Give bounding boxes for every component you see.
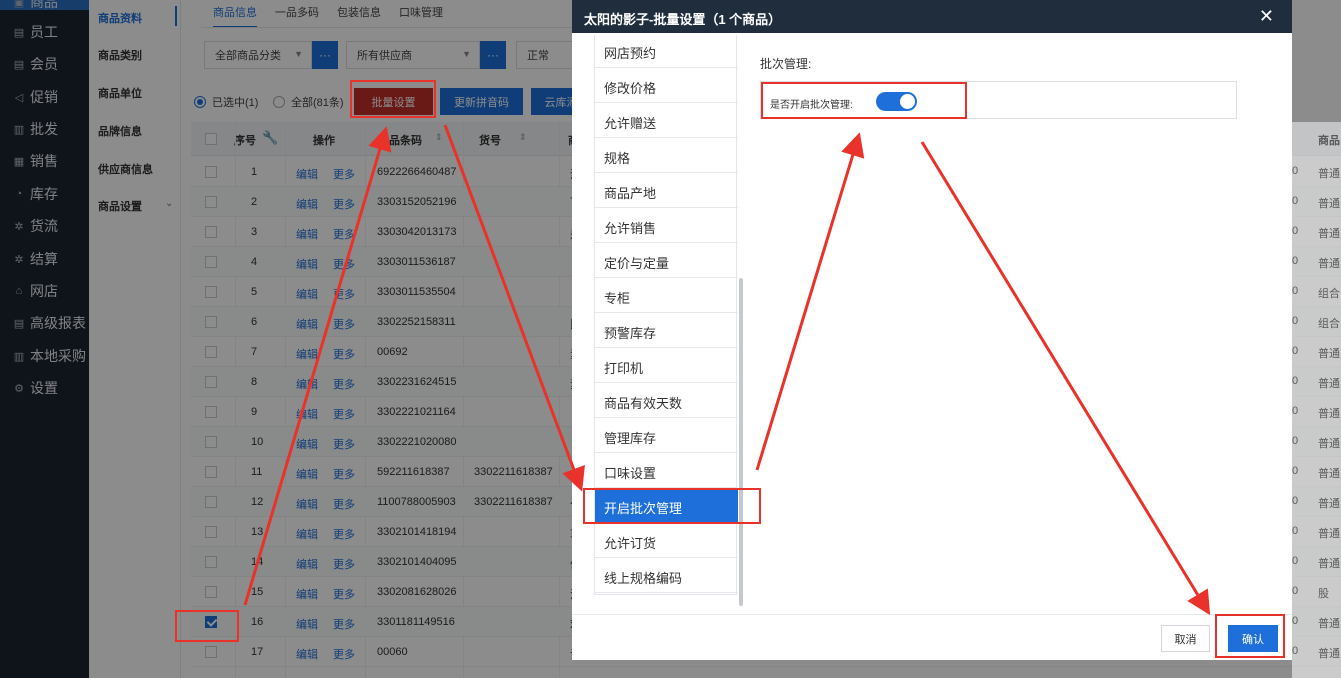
right-col-zero: 0 [1292,315,1299,327]
right-col-zero: 0 [1292,285,1299,297]
right-col-zero: 0 [1292,405,1299,417]
section-title: 批次管理: [760,57,812,71]
settings-menu-item[interactable]: 预警库存 [595,313,738,348]
row-type: 普通 [1318,228,1340,240]
annotation-box-toggle [761,82,967,119]
settings-menu-item[interactable]: 规格 [595,138,738,173]
right-col-zero: 0 [1292,585,1299,597]
row-type: 普通 [1318,498,1340,510]
settings-menu-item[interactable]: 线上规格编码 [595,558,738,593]
right-col-zero: 0 [1292,195,1299,207]
cancel-button[interactable]: 取消 [1161,625,1210,652]
settings-menu-item[interactable]: 口味设置 [595,453,738,488]
row-type: 普通 [1318,648,1340,660]
row-type: 组合 [1318,288,1340,300]
settings-menu-item[interactable]: 专柜 [595,278,738,313]
row-type: 普通 [1318,438,1340,450]
right-col-zero: 0 [1292,375,1299,387]
right-col-zero: 0 [1292,345,1299,357]
settings-menu-item[interactable]: 允许销售 [595,208,738,243]
row-type: 普通 [1318,198,1340,210]
right-col-zero: 0 [1292,435,1299,447]
menu-scrollbar[interactable] [739,278,743,606]
right-col-zero: 0 [1292,645,1299,657]
settings-menu-item[interactable]: 允许赠送 [595,103,738,138]
header-type: 商品 [1292,122,1341,156]
row-type: 普通 [1318,258,1340,270]
right-col-zero: 0 [1292,165,1299,177]
annotation-box-checkbox [175,610,239,642]
settings-menu-item[interactable]: 网店预约 [595,33,738,68]
row-type: 普通 [1318,618,1340,630]
dialog-footer-divider [572,614,1292,615]
settings-menu-item[interactable]: 修改价格 [595,68,738,103]
table-right-columns: 商品 0 普通 0 普通 0 普通 0 普通 0 组合 0 组合 0 普通 0 普通 0 普通 0 普通 0 普通 0 普通 0… [1292,122,1341,678]
settings-menu-item[interactable]: 商品产地 [595,173,738,208]
row-type: 组合 [1318,318,1340,330]
row-type: 普通 [1318,468,1340,480]
settings-menu-item[interactable]: 允许订货 [595,523,738,558]
settings-menu-item[interactable]: 打印机 [595,348,738,383]
annotation-box-confirm [1215,614,1285,658]
row-type: 普通 [1318,378,1340,390]
settings-menu-item[interactable]: 定价与定量 [595,243,738,278]
right-col-zero: 0 [1292,495,1299,507]
row-type: 普通 [1318,558,1340,570]
row-type: 股 [1318,588,1329,600]
right-col-zero: 0 [1292,525,1299,537]
settings-menu-item[interactable]: 管理库存 [595,418,738,453]
annotation-box-menu [583,488,761,524]
row-type: 普通 [1318,408,1340,420]
right-col-zero: 0 [1292,225,1299,237]
settings-menu-item[interactable]: 商品有效天数 [595,383,738,418]
close-icon[interactable]: ✕ [1259,6,1274,27]
row-type: 普通 [1318,348,1340,360]
right-col-zero: 0 [1292,255,1299,267]
annotation-box-batch [350,80,436,118]
dialog-title: 太阳的影子-批量设置（1 个商品） [584,12,782,27]
right-col-zero: 0 [1292,465,1299,477]
row-type: 普通 [1318,528,1340,540]
row-type: 普通 [1318,168,1340,180]
right-col-zero: 0 [1292,615,1299,627]
dialog-header: 太阳的影子-批量设置（1 个商品） ✕ [572,0,1292,33]
right-col-zero: 0 [1292,555,1299,567]
